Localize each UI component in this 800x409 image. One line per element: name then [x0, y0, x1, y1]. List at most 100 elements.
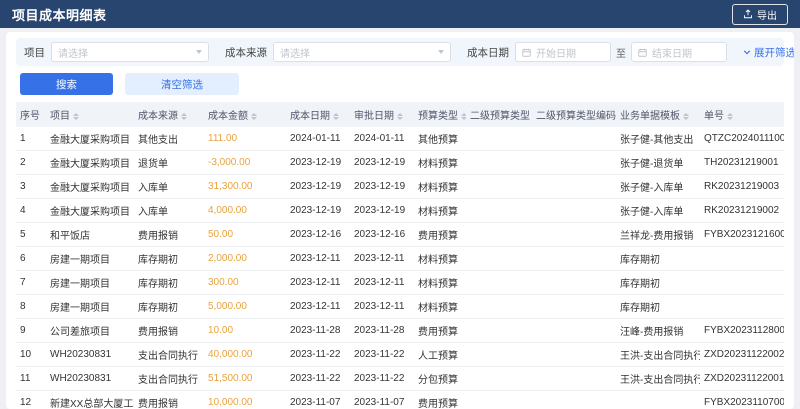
date-filter: 成本日期 开始日期 至 结束日期 [467, 42, 727, 62]
cell-doc_template: 王洪-支出合同执行 [616, 342, 700, 367]
table-row[interactable]: 10 WH20230831 支出合同执行 40,000.00 2023-11-22 202… [16, 342, 784, 367]
cell-doc_template: 张子健-入库单 [616, 174, 700, 199]
cell-doc_no [700, 294, 784, 319]
table-row[interactable]: 4 金融大厦采购项目 入库单 4,000.00 2023-12-19 2023-12-19… [16, 198, 784, 223]
source-select[interactable]: 请选择 [273, 42, 451, 62]
export-label: 导出 [757, 10, 777, 22]
column-header-doc_template[interactable]: 业务单据模板 [616, 102, 700, 127]
table-row[interactable]: 7 房建一期项目 库存期初 300.00 2023-12-11 2023-12-11 材料预… [16, 270, 784, 295]
table-row[interactable]: 11 WH20230831 支出合同执行 51,500.00 2023-11-22 202… [16, 366, 784, 391]
cell-budget_type: 材料预算 [414, 270, 466, 295]
chevron-down-icon [743, 50, 751, 55]
cell-index: 10 [16, 342, 46, 367]
filter-panel: 项目 请选择 成本来源 请选择 成本日期 开始日期 至 结束日期 展开筛选 [16, 38, 794, 66]
table-row[interactable]: 6 房建一期项目 库存期初 2,000.00 2023-12-11 2023-12-11 材… [16, 246, 784, 271]
cell-sub_budget_code [532, 390, 616, 409]
cell-amount: 51,500.00 [204, 366, 286, 391]
project-select[interactable]: 请选择 [51, 42, 209, 62]
source-filter: 成本来源 请选择 [225, 42, 451, 62]
cell-amount: 2,000.00 [204, 246, 286, 271]
cell-doc_template: 兰祥龙-费用报销 [616, 222, 700, 247]
sort-icon[interactable] [397, 112, 403, 121]
cell-source: 费用报销 [134, 222, 204, 247]
expand-filters-link[interactable]: 展开筛选 [743, 45, 794, 60]
column-header-amount[interactable]: 成本金额 [204, 102, 286, 127]
column-header-budget_type[interactable]: 预算类型 [414, 102, 466, 127]
cell-sub_budget_code [532, 222, 616, 247]
cell-amount: 4,000.00 [204, 198, 286, 223]
table-row[interactable]: 2 金融大厦采购项目 退货单 -3,000.00 2023-12-19 2023-12-1… [16, 150, 784, 175]
table-row[interactable]: 12新建XX总部大厦工程二期费用报销10,000.002023-11-07202… [16, 390, 784, 409]
cell-sub_budget_type [466, 198, 532, 223]
expand-filters-label: 展开筛选 [754, 46, 794, 59]
table-row[interactable]: 1 金融大厦采购项目 其他支出 111.00 2024-01-11 2024-01-11 其… [16, 127, 784, 151]
sort-icon[interactable] [333, 112, 339, 121]
column-label: 项目 [50, 111, 70, 122]
column-header-sub_budget_type[interactable]: 二级预算类型 [466, 102, 532, 127]
cell-cost_date: 2023-12-11 [286, 294, 350, 319]
cell-doc_no: RK20231219003 [700, 174, 784, 199]
calendar-icon [638, 48, 647, 57]
sort-icon[interactable] [181, 112, 187, 121]
cell-amount: 300.00 [204, 270, 286, 295]
cell-amount: 50.00 [204, 222, 286, 247]
cell-approval_date: 2023-12-19 [350, 198, 414, 223]
cell-amount: 10.00 [204, 318, 286, 343]
cell-cost_date: 2024-01-11 [286, 127, 350, 151]
column-label: 成本来源 [138, 111, 178, 122]
column-header-sub_budget_code[interactable]: 二级预算类型编码 [532, 102, 616, 127]
cell-sub_budget_code [532, 246, 616, 271]
cell-sub_budget_code [532, 294, 616, 319]
cell-budget_type: 费用预算 [414, 222, 466, 247]
date-separator: 至 [616, 48, 626, 60]
cell-approval_date: 2023-11-07 [350, 390, 414, 409]
calendar-icon [522, 48, 531, 57]
page-header: 项目成本明细表 导出 [0, 0, 800, 28]
cell-index: 1 [16, 127, 46, 151]
column-header-source[interactable]: 成本来源 [134, 102, 204, 127]
sort-icon[interactable] [251, 112, 257, 121]
cell-sub_budget_code [532, 150, 616, 175]
cell-sub_budget_type [466, 246, 532, 271]
cell-doc_no: QTZC20240111001 [700, 127, 784, 151]
cell-approval_date: 2023-12-11 [350, 270, 414, 295]
cell-sub_budget_type [466, 318, 532, 343]
sort-icon[interactable] [727, 112, 733, 121]
cell-approval_date: 2023-11-22 [350, 366, 414, 391]
cell-project: 金融大厦采购项目 [46, 198, 134, 223]
cell-doc_template: 汪峰-费用报销 [616, 318, 700, 343]
source-select-placeholder: 请选择 [280, 48, 310, 60]
cell-source: 库存期初 [134, 246, 204, 271]
cell-sub_budget_code [532, 127, 616, 151]
column-header-cost_date[interactable]: 成本日期 [286, 102, 350, 127]
cell-cost_date: 2023-12-11 [286, 270, 350, 295]
cell-sub_budget_code [532, 270, 616, 295]
start-date-input[interactable]: 开始日期 [515, 42, 611, 62]
sort-icon[interactable] [683, 112, 689, 121]
cell-budget_type: 费用预算 [414, 390, 466, 409]
cell-cost_date: 2023-12-19 [286, 198, 350, 223]
cell-cost_date: 2023-11-07 [286, 390, 350, 409]
end-date-placeholder: 结束日期 [652, 48, 692, 60]
table-row[interactable]: 3 金融大厦采购项目 入库单 31,300.00 2023-12-19 2023-12-1… [16, 174, 784, 199]
end-date-input[interactable]: 结束日期 [631, 42, 727, 62]
cell-sub_budget_code [532, 366, 616, 391]
cell-sub_budget_type [466, 150, 532, 175]
clear-filters-button[interactable]: 清空筛选 [125, 73, 239, 95]
column-header-doc_no[interactable]: 单号 [700, 102, 784, 127]
column-header-approval_date[interactable]: 审批日期 [350, 102, 414, 127]
search-button[interactable]: 搜索 [20, 73, 113, 95]
cell-doc_template: 张子健-其他支出 [616, 127, 700, 151]
export-button[interactable]: 导出 [732, 3, 788, 25]
cell-project: 金融大厦采购项目 [46, 150, 134, 175]
table-row[interactable]: 8 房建一期项目 库存期初 5,000.00 2023-12-11 2023-12-11 材… [16, 294, 784, 319]
sort-icon[interactable] [73, 112, 79, 121]
table-row[interactable]: 5 和平饭店 费用报销 50.00 2023-12-16 2023-12-16 费用预算 兰祥… [16, 222, 784, 247]
column-header-project[interactable]: 项目 [46, 102, 134, 127]
cell-budget_type: 分包预算 [414, 366, 466, 391]
table-row[interactable]: 9 公司差旅项目 费用报销 10.00 2023-11-28 2023-11-28 费用预算… [16, 318, 784, 343]
cell-project: WH20230831 [46, 366, 134, 391]
cell-sub_budget_type [466, 294, 532, 319]
column-label: 业务单据模板 [620, 111, 680, 122]
sort-icon[interactable] [461, 112, 466, 121]
